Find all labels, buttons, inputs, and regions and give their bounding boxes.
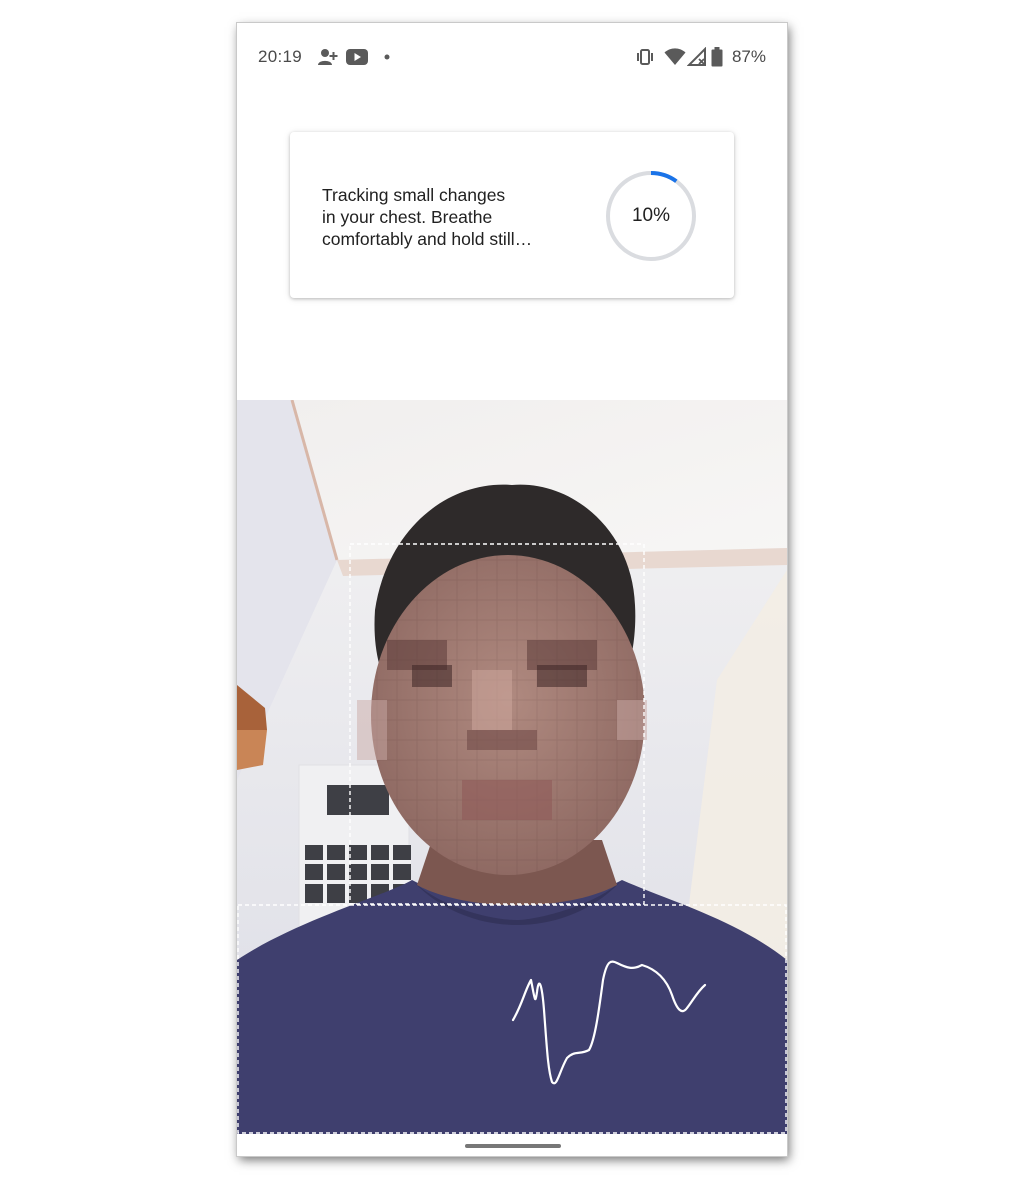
camera-preview (237, 400, 787, 1134)
battery-percent: 87% (731, 47, 766, 66)
youtube-icon (346, 49, 368, 65)
instruction-line: in your chest. Breathe (322, 207, 493, 227)
cellular-no-signal-icon (687, 47, 706, 66)
progress-ring: 10% (604, 169, 698, 263)
wifi-icon (664, 48, 686, 65)
status-time: 20:19 (258, 47, 303, 66)
instruction-line: Tracking small changes (322, 185, 506, 205)
shirt (237, 880, 787, 1134)
person-add-icon (318, 49, 338, 65)
instruction-line: comfortably and hold still… (322, 229, 533, 249)
notification-dot-icon (384, 54, 390, 60)
progress-percent: 10% (631, 205, 671, 226)
phone-screen: 20:19 87% Tracking small changes in your… (237, 23, 787, 1156)
breathing-status-card: Tracking small changes in your chest. Br… (290, 132, 734, 298)
gesture-nav-handle[interactable] (465, 1144, 561, 1148)
vibrate-icon (637, 49, 653, 65)
instruction-text: Tracking small changes in your chest. Br… (322, 184, 572, 250)
battery-icon (711, 47, 723, 67)
status-bar: 20:19 87% (237, 23, 787, 93)
